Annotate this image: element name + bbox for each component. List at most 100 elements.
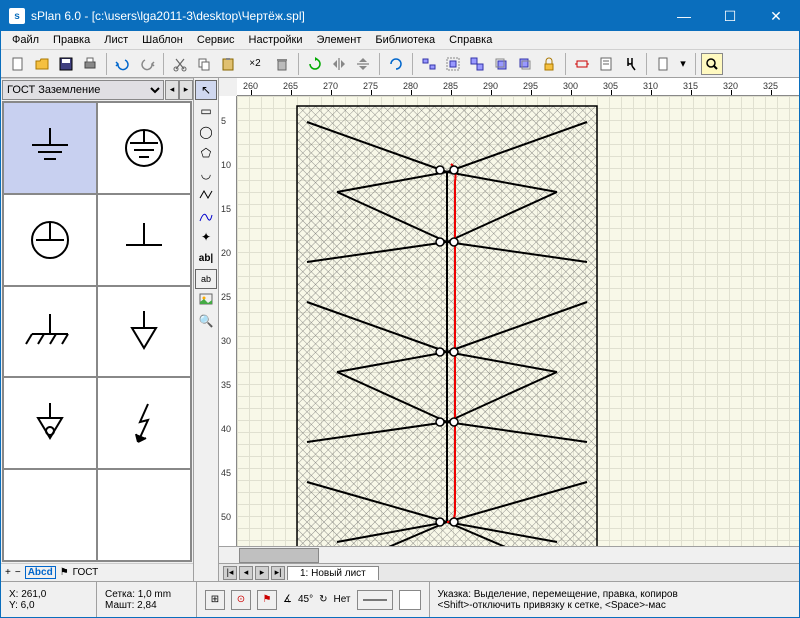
delete-button[interactable] (271, 53, 293, 75)
opt-rotate-icon: ↻ (319, 594, 327, 605)
mirror-h-button[interactable] (328, 53, 350, 75)
app-icon: s (9, 8, 25, 24)
symbol-grid (2, 101, 192, 562)
window-title: sPlan 6.0 - [c:\users\lga2011-3\desktop\… (31, 9, 661, 23)
opt-snap-icon[interactable]: ⊙ (231, 590, 251, 610)
status-hint: Указка: Выделение, перемещение, правка, … (430, 587, 799, 613)
opt-grid-icon[interactable]: ⊞ (205, 590, 225, 610)
align-button[interactable] (418, 53, 440, 75)
new-button[interactable] (7, 53, 29, 75)
menu-template[interactable]: Шаблон (135, 33, 190, 47)
symbol-ground-5[interactable] (3, 286, 97, 378)
duplicate-button[interactable]: ×2 (241, 53, 269, 75)
rotate-button[interactable] (304, 53, 326, 75)
horizontal-scrollbar[interactable] (219, 546, 799, 563)
page-tabs: |◂ ◂ ▸ ▸| 1: Новый лист (219, 563, 799, 581)
refresh-button[interactable] (385, 53, 407, 75)
symbol-ground-6[interactable] (97, 286, 191, 378)
copy-button[interactable] (193, 53, 215, 75)
tool-text-frame[interactable]: ab (195, 269, 217, 289)
tool-text[interactable]: ab| (195, 248, 217, 268)
menu-edit[interactable]: Правка (46, 33, 97, 47)
drawing-content (277, 102, 617, 546)
group-button[interactable] (442, 53, 464, 75)
sb-flag-icon[interactable]: ⚑ (60, 567, 69, 578)
menu-help[interactable]: Справка (442, 33, 499, 47)
opt-flag-icon[interactable]: ⚑ (257, 590, 277, 610)
find-button[interactable] (619, 53, 641, 75)
menu-settings[interactable]: Настройки (242, 33, 310, 47)
redo-button[interactable] (136, 53, 158, 75)
tool-polyline[interactable] (195, 185, 217, 205)
library-prev-button[interactable]: ◂ (165, 80, 179, 100)
menu-sheet[interactable]: Лист (97, 33, 135, 47)
ungroup-button[interactable] (466, 53, 488, 75)
undo-button[interactable] (112, 53, 134, 75)
menu-library[interactable]: Библиотека (368, 33, 442, 47)
symbol-ground-7[interactable] (3, 377, 97, 469)
status-hint-1: Указка: Выделение, перемещение, правка, … (438, 589, 791, 600)
sb-remove-icon[interactable]: − (15, 567, 21, 578)
back-button[interactable] (514, 53, 536, 75)
close-button[interactable]: ✕ (753, 1, 799, 31)
lock-button[interactable] (538, 53, 560, 75)
front-button[interactable] (490, 53, 512, 75)
symbol-ground-1[interactable] (3, 102, 97, 194)
tool-node[interactable]: ✦ (195, 227, 217, 247)
symbol-ground-4[interactable] (97, 194, 191, 286)
drop1-button[interactable]: ▾ (676, 53, 690, 75)
page-next-button[interactable]: ▸ (255, 566, 269, 580)
tool-bitmap[interactable] (195, 290, 217, 310)
sb-add-icon[interactable]: + (5, 567, 11, 578)
opt-linewidth[interactable] (357, 590, 393, 610)
save-button[interactable] (55, 53, 77, 75)
component-button[interactable] (571, 53, 593, 75)
vertical-ruler: 510152025303540455055 (219, 96, 237, 546)
drawing-canvas[interactable] (237, 96, 799, 546)
sb-abcd-icon[interactable]: Abcd (25, 566, 56, 579)
tool-curve[interactable] (195, 206, 217, 226)
symbol-ground-2[interactable] (97, 102, 191, 194)
symbol-empty-2[interactable] (97, 469, 191, 561)
print-button[interactable] (79, 53, 101, 75)
tool-poly[interactable]: ⬠ (195, 143, 217, 163)
menu-service[interactable]: Сервис (190, 33, 242, 47)
page-button[interactable] (652, 53, 674, 75)
menu-element[interactable]: Элемент (309, 33, 368, 47)
library-selector-row: ГОСТ Заземление ◂ ▸ (1, 78, 193, 100)
library-next-button[interactable]: ▸ (179, 80, 193, 100)
tool-arc[interactable]: ◡ (195, 164, 217, 184)
search-button[interactable] (701, 53, 723, 75)
tool-pointer[interactable]: ↖ (195, 80, 217, 100)
paste-button[interactable] (217, 53, 239, 75)
statusbar: X: 261,0 Y: 6,0 Сетка: 1,0 mm Машт: 2,84… (1, 581, 799, 617)
opt-angle-value: 45° (298, 594, 313, 605)
status-grid-scale: Сетка: 1,0 mm Машт: 2,84 (97, 582, 197, 617)
page-prev-button[interactable]: ◂ (239, 566, 253, 580)
titlebar: s sPlan 6.0 - [c:\users\lga2011-3\deskto… (1, 1, 799, 31)
opt-snap-label: Нет (333, 594, 350, 605)
symbol-ground-8[interactable] (97, 377, 191, 469)
symbol-ground-3[interactable] (3, 194, 97, 286)
page-last-button[interactable]: ▸| (271, 566, 285, 580)
status-grid: Сетка: 1,0 mm (105, 589, 188, 600)
minimize-button[interactable]: — (661, 1, 707, 31)
tool-zoom[interactable]: 🔍 (195, 311, 217, 331)
opt-fillcolor[interactable] (399, 590, 421, 610)
list-button[interactable] (595, 53, 617, 75)
mirror-v-button[interactable] (352, 53, 374, 75)
open-button[interactable] (31, 53, 53, 75)
menu-file[interactable]: Файл (5, 33, 46, 47)
sb-library-label: ГОСТ (73, 567, 99, 578)
page-tab-1[interactable]: 1: Новый лист (287, 566, 379, 580)
symbol-empty-1[interactable] (3, 469, 97, 561)
tool-circle[interactable]: ◯ (195, 122, 217, 142)
status-options: ⊞ ⊙ ⚑ ∡ 45° ↻ Нет (197, 582, 430, 617)
status-hint-2: <Shift>-отключить привязку к сетке, <Spa… (438, 600, 791, 611)
library-dropdown[interactable]: ГОСТ Заземление (2, 80, 164, 100)
page-first-button[interactable]: |◂ (223, 566, 237, 580)
tool-rect[interactable]: ▭ (195, 101, 217, 121)
cut-button[interactable] (169, 53, 191, 75)
maximize-button[interactable]: ☐ (707, 1, 753, 31)
sidebar-bottom: + − Abcd ⚑ ГОСТ (1, 563, 193, 581)
